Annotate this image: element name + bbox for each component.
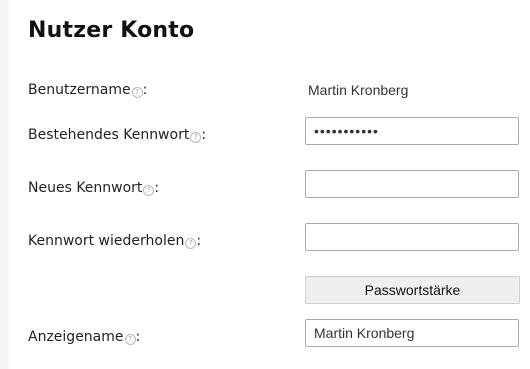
username-value: Martin Kronberg	[308, 82, 409, 98]
password-strength-button[interactable]: Passwortstärke	[305, 276, 520, 304]
current-password-label: Bestehendes Kennwort	[28, 127, 190, 143]
current-password-field[interactable]	[305, 117, 519, 145]
repeat-password-field[interactable]	[305, 223, 519, 251]
label-colon: :	[196, 233, 202, 249]
new-password-label: Neues Kennwort	[28, 180, 143, 196]
username-label: Benutzername	[28, 82, 131, 98]
help-icon[interactable]: ?	[190, 131, 202, 143]
display-name-label-row: Anzeigename ? :	[28, 329, 140, 345]
label-colon: :	[201, 127, 207, 143]
repeat-password-label: Kennwort wiederholen	[28, 233, 185, 249]
new-password-field[interactable]	[305, 170, 519, 198]
help-icon[interactable]: ?	[131, 86, 143, 98]
label-colon: :	[154, 180, 160, 196]
repeat-password-label-row: Kennwort wiederholen ? :	[28, 233, 201, 249]
help-icon[interactable]: ?	[124, 333, 136, 345]
account-panel: Nutzer Konto Benutzername ? : Martin Kro…	[9, 0, 530, 369]
label-colon: :	[142, 82, 148, 98]
new-password-label-row: Neues Kennwort ? :	[28, 180, 159, 196]
display-name-label: Anzeigename	[28, 329, 124, 345]
display-name-field[interactable]	[305, 319, 519, 347]
current-password-label-row: Bestehendes Kennwort ? :	[28, 127, 206, 143]
label-colon: :	[135, 329, 141, 345]
page-title: Nutzer Konto	[28, 18, 195, 43]
username-label-row: Benutzername ? :	[28, 82, 147, 98]
help-icon[interactable]: ?	[185, 237, 197, 249]
help-icon[interactable]: ?	[143, 184, 155, 196]
